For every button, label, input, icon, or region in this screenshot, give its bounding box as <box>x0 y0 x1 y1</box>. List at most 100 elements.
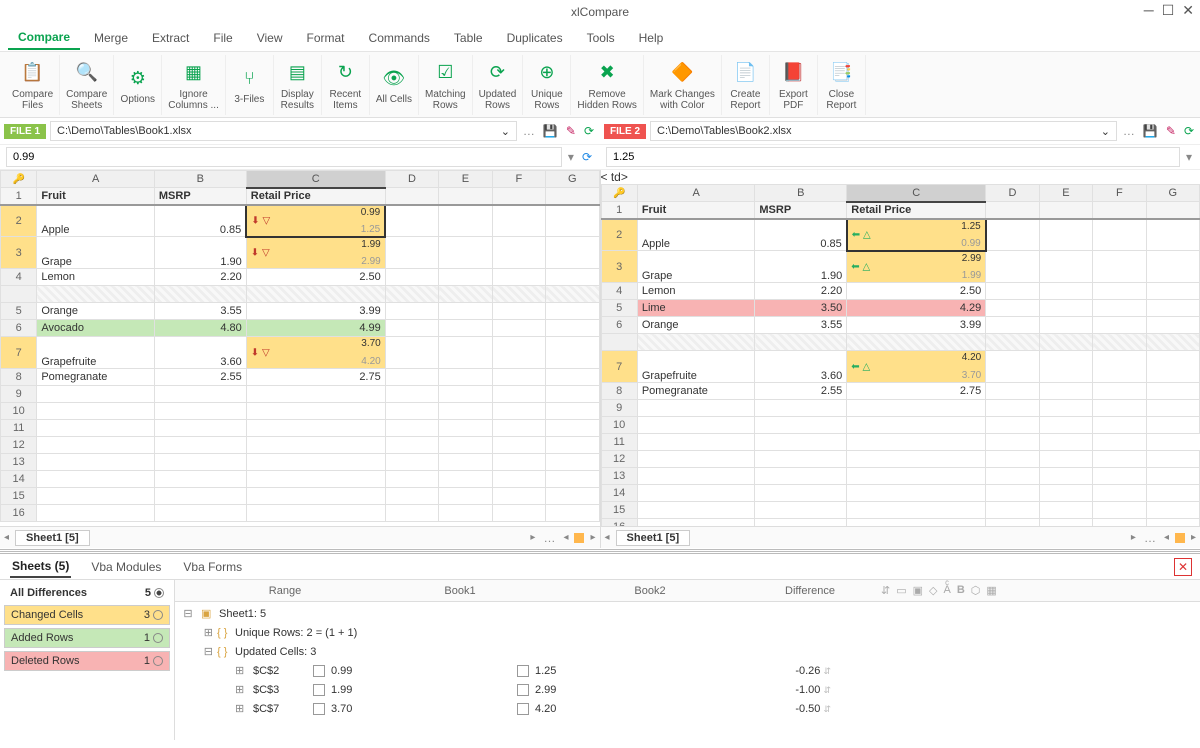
ribbon-create-report[interactable]: 📄Create Report <box>722 55 770 115</box>
row-gap[interactable] <box>1 286 600 303</box>
col-A[interactable]: A <box>637 185 755 202</box>
radio-icon[interactable] <box>153 610 163 620</box>
menu-commands[interactable]: Commands <box>359 27 440 49</box>
row-8[interactable]: 8Pomegranate2.552.75 <box>601 383 1200 400</box>
checkbox[interactable] <box>517 703 529 715</box>
tree-updated[interactable]: ⊟{ }Updated Cells: 3 <box>175 642 1200 661</box>
tab-vba-modules[interactable]: Vba Modules <box>89 557 163 577</box>
tool-icon[interactable]: ▭ <box>896 584 906 597</box>
grid-2[interactable]: < td> 🔑 A B C D E F G 1FruitMSRPRetail P… <box>601 170 1200 526</box>
menu-format[interactable]: Format <box>297 27 355 49</box>
sync-icon[interactable]: ⟳ <box>582 124 596 138</box>
ribbon-3-files[interactable]: ⑂3-Files <box>226 55 274 115</box>
row-3[interactable]: 3Grape1.90 ⬇ ▽1.992.99 <box>1 237 600 269</box>
row-8[interactable]: 8Pomegranate2.552.75 <box>1 369 600 386</box>
tab-vba-forms[interactable]: Vba Forms <box>181 557 244 577</box>
radio-icon[interactable] <box>153 656 163 666</box>
tool-icon[interactable]: Aͨ <box>944 584 951 597</box>
next-icon[interactable]: ▸ <box>1131 532 1136 543</box>
header-row[interactable]: 1FruitMSRPRetail Price <box>1 188 600 205</box>
tool-icon[interactable]: ▦ <box>986 584 996 597</box>
tree-sheet[interactable]: ⊟▣Sheet1: 5 <box>175 604 1200 623</box>
col-D[interactable]: D <box>385 171 438 188</box>
row-4[interactable]: 4Lemon2.202.50 <box>1 269 600 286</box>
summary-changed[interactable]: Changed Cells3 <box>4 605 170 625</box>
col-C[interactable]: C <box>847 185 986 202</box>
ribbon-updated-rows[interactable]: ⟳Updated Rows <box>473 55 524 115</box>
ribbon-options[interactable]: ⚙Options <box>114 55 162 115</box>
detail-cell-row[interactable]: ⊞$C$73.704.20-0.50 ⇵ <box>175 699 1200 718</box>
tool-icon[interactable]: ⬡ <box>971 584 981 597</box>
row-7[interactable]: 7Grapefruite3.60 ⬇ ▽3.704.20 <box>1 337 600 369</box>
row-4[interactable]: 4Lemon2.202.50 <box>601 283 1200 300</box>
edit-icon[interactable]: ✎ <box>564 124 578 138</box>
summary-deleted[interactable]: Deleted Rows1 <box>4 651 170 671</box>
sheet-tab[interactable]: Sheet1 [5] <box>15 530 90 546</box>
prev-icon[interactable]: ◂ <box>605 532 610 543</box>
row-7[interactable]: 7Grapefruite3.60 ⬅ △4.203.70 <box>601 351 1200 383</box>
row-6[interactable]: 6Avocado4.804.99 <box>1 320 600 337</box>
menu-duplicates[interactable]: Duplicates <box>497 27 573 49</box>
summary-all[interactable]: All Differences5 <box>4 584 170 602</box>
ribbon-recent-items[interactable]: ↻Recent Items <box>322 55 370 115</box>
formula1-input[interactable] <box>6 147 562 167</box>
checkbox[interactable] <box>313 684 325 696</box>
chevron-down-icon[interactable]: ⌄ <box>501 125 510 138</box>
col-E[interactable]: E <box>1039 185 1092 202</box>
minimize-icon[interactable]: ─ <box>1144 2 1154 19</box>
edit-icon[interactable]: ✎ <box>1164 124 1178 138</box>
bold-icon[interactable]: B <box>957 584 965 597</box>
menu-tools[interactable]: Tools <box>577 27 625 49</box>
tab-sheets[interactable]: Sheets (5) <box>10 556 71 578</box>
col-F[interactable]: F <box>492 171 545 188</box>
radio-icon[interactable] <box>153 633 163 643</box>
row-2[interactable]: 2Apple0.85 ⬅ △1.250.99 <box>601 219 1200 251</box>
checkbox[interactable] <box>313 703 325 715</box>
ribbon-unique-rows[interactable]: ⊕Unique Rows <box>523 55 571 115</box>
save-icon[interactable]: 💾 <box>541 124 560 138</box>
row-2[interactable]: 2Apple0.85 ⬇ ▽0.991.25 <box>1 205 600 237</box>
ribbon-ignore-columns-[interactable]: ▦Ignore Columns ... <box>162 55 226 115</box>
ribbon-display-results[interactable]: ▤Display Results <box>274 55 322 115</box>
ribbon-close-report[interactable]: 📑Close Report <box>818 55 866 115</box>
tree-unique[interactable]: ⊞{ }Unique Rows: 2 = (1 + 1) <box>175 623 1200 642</box>
col-G[interactable]: G <box>1146 185 1199 202</box>
sync-icon[interactable]: ⟳ <box>1182 124 1196 138</box>
col-B[interactable]: B <box>154 171 246 188</box>
summary-added[interactable]: Added Rows1 <box>4 628 170 648</box>
col-A[interactable]: A <box>37 171 155 188</box>
checkbox[interactable] <box>517 665 529 677</box>
chevron-down-icon[interactable]: ⌄ <box>1101 125 1110 138</box>
grid-1[interactable]: 🔑 A B C D E F G 1FruitMSRPRetail Price 2… <box>0 170 600 526</box>
col-G[interactable]: G <box>546 171 599 188</box>
tool-icon[interactable]: ◇ <box>929 584 937 597</box>
file1-path[interactable]: C:\Demo\Tables\Book1.xlsx⌄ <box>50 121 517 141</box>
row-5[interactable]: 5Lime3.504.29 <box>601 300 1200 317</box>
menu-merge[interactable]: Merge <box>84 27 138 49</box>
sheet-tab[interactable]: Sheet1 [5] <box>616 530 691 546</box>
checkbox[interactable] <box>313 665 325 677</box>
col-B[interactable]: B <box>755 185 847 202</box>
corner[interactable]: 🔑 <box>601 185 637 202</box>
ribbon-export-pdf[interactable]: 📕Export PDF <box>770 55 818 115</box>
tool-icon[interactable]: ⇵ <box>881 584 890 597</box>
dropdown-icon[interactable]: ▾ <box>566 150 576 164</box>
col-D[interactable]: D <box>986 185 1039 202</box>
ribbon-matching-rows[interactable]: ☑Matching Rows <box>419 55 473 115</box>
row-5[interactable]: 5Orange3.553.99 <box>1 303 600 320</box>
ribbon-remove-hidden-rows[interactable]: ✖Remove Hidden Rows <box>571 55 643 115</box>
more-icon[interactable]: … <box>521 124 537 138</box>
next-icon[interactable]: ▸ <box>530 532 535 543</box>
corner[interactable]: 🔑 <box>1 171 37 188</box>
menu-extract[interactable]: Extract <box>142 27 199 49</box>
prev-icon[interactable]: ◂ <box>4 532 9 543</box>
menu-help[interactable]: Help <box>629 27 674 49</box>
menu-table[interactable]: Table <box>444 27 493 49</box>
menu-file[interactable]: File <box>203 27 242 49</box>
row-gap[interactable] <box>601 334 1200 351</box>
refresh-icon[interactable]: ⟳ <box>580 150 594 164</box>
menu-compare[interactable]: Compare <box>8 26 80 50</box>
ribbon-all-cells[interactable]: 👁All Cells <box>370 55 419 115</box>
col-F[interactable]: F <box>1093 185 1146 202</box>
dropdown-icon[interactable]: ▾ <box>1184 150 1194 164</box>
